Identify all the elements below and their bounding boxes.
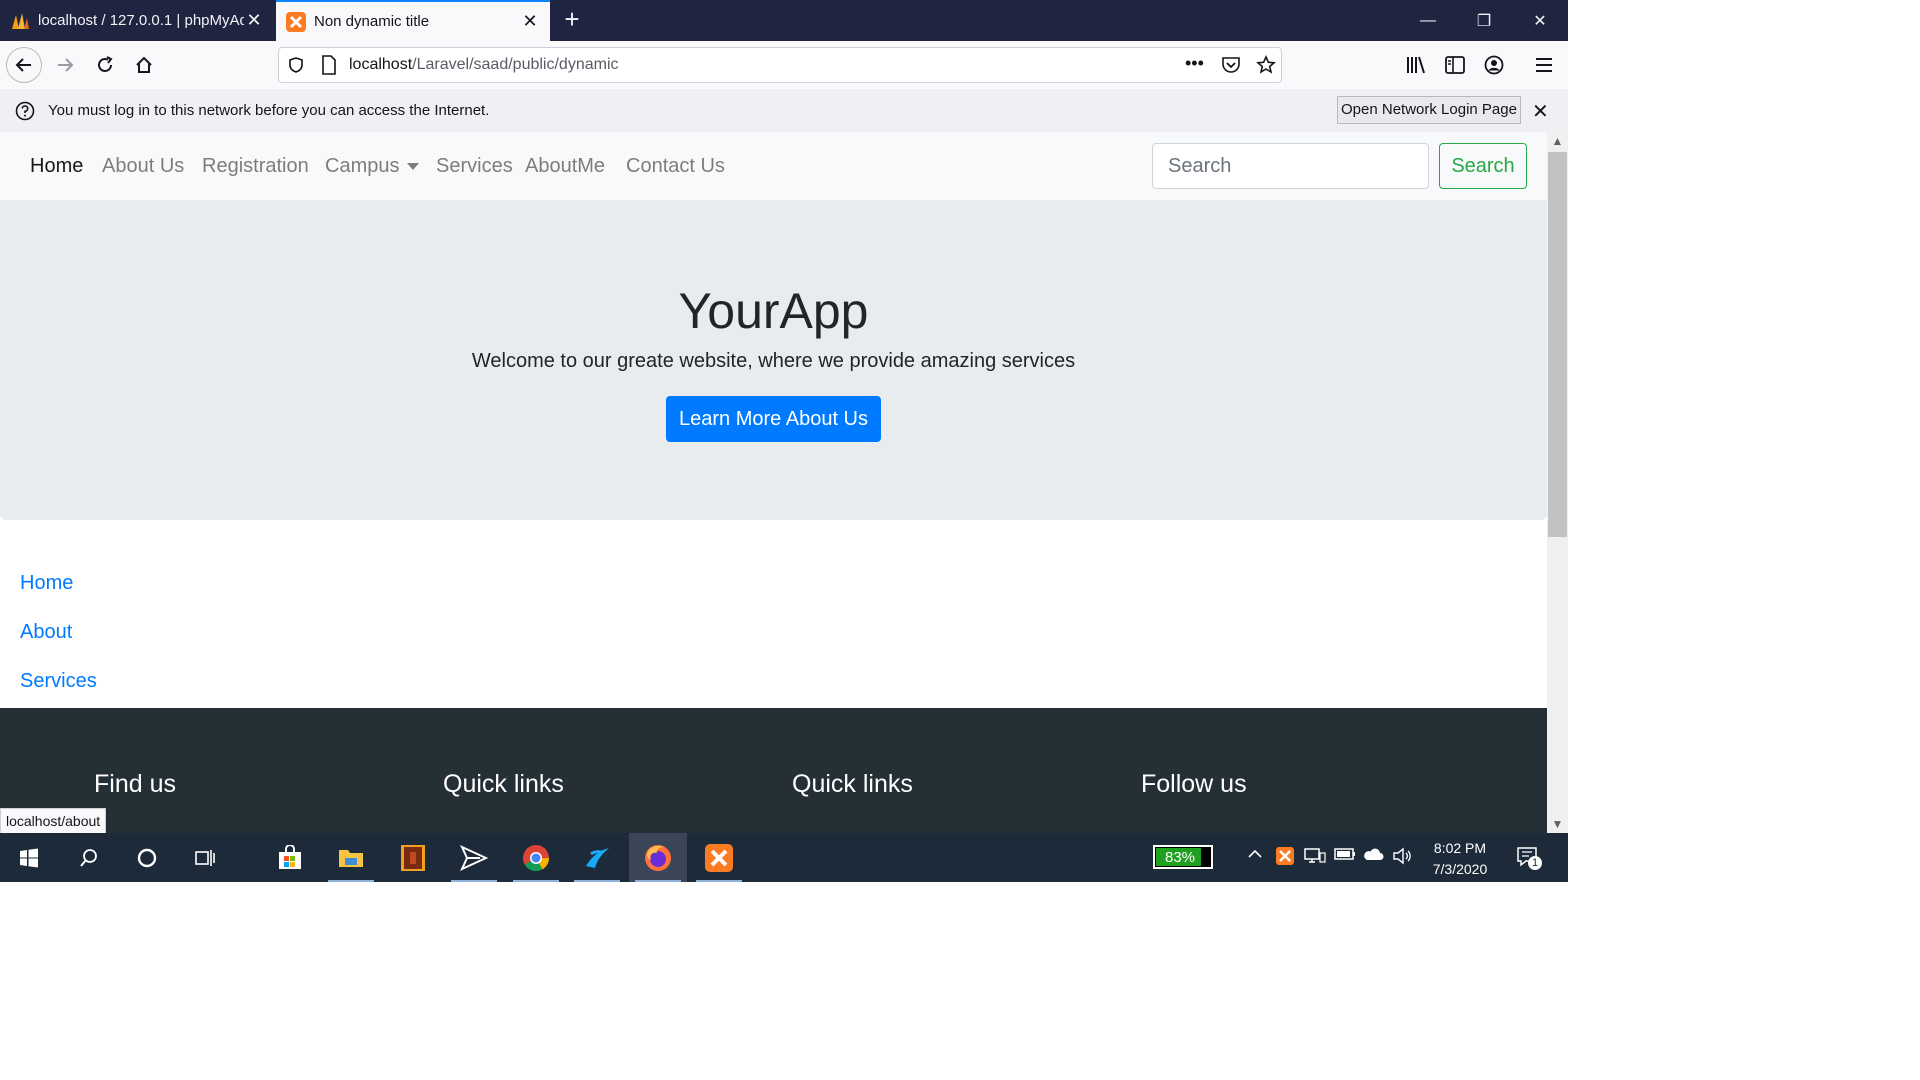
search-icon[interactable] (60, 833, 118, 882)
search-button[interactable]: Search (1439, 143, 1527, 189)
sidebar-icon[interactable] (1437, 47, 1473, 83)
nav-contact-us[interactable]: Contact Us (626, 155, 725, 178)
volume-icon[interactable] (1392, 847, 1412, 870)
bookmark-star-icon[interactable] (1256, 55, 1276, 80)
page-viewport: Home About Us Registration Campus Servic… (0, 132, 1547, 833)
back-icon[interactable] (6, 47, 42, 83)
chrome-icon[interactable] (507, 833, 565, 882)
page-scrollbar[interactable]: ▲ ▼ (1547, 132, 1568, 833)
shield-icon[interactable] (287, 56, 305, 79)
close-tab-icon[interactable]: ✕ (520, 11, 540, 32)
open-network-login-button[interactable]: Open Network Login Page (1337, 96, 1521, 124)
microsoft-store-icon[interactable] (261, 833, 319, 882)
footer-heading-find-us: Find us (94, 770, 176, 798)
site-footer: Find us Quick links Quick links Follow u… (0, 708, 1547, 833)
show-hidden-icons-chevron[interactable] (1247, 847, 1263, 866)
firefox-icon[interactable] (629, 833, 687, 882)
hero-jumbotron: YourApp Welcome to our greate website, w… (0, 200, 1547, 520)
battery-tray-icon[interactable] (1334, 847, 1356, 866)
send-arrow-icon[interactable] (445, 833, 503, 882)
footer-heading-follow-us: Follow us (1141, 770, 1247, 798)
battery-percent: 83% (1164, 849, 1196, 866)
app-book-icon[interactable] (384, 833, 442, 882)
close-tab-icon[interactable]: ✕ (244, 10, 264, 31)
url-text: localhost/Laravel/saad/public/dynamic (349, 56, 619, 73)
library-icon[interactable] (1398, 47, 1434, 83)
home-icon[interactable] (126, 47, 162, 83)
close-notification-icon[interactable]: ✕ (1532, 99, 1549, 124)
system-clock[interactable]: 8:02 PM 7/3/2020 (1418, 838, 1502, 880)
start-windows-icon[interactable] (0, 833, 58, 882)
notification-count-badge: 1 (1528, 856, 1542, 870)
windows-taskbar: 83% 8:02 PM 7/3/2020 1 (0, 833, 1568, 882)
running-indicator (513, 880, 559, 882)
running-indicator (635, 880, 681, 882)
clock-time: 8:02 PM (1433, 840, 1487, 856)
battery-indicator[interactable]: 83% (1153, 845, 1213, 869)
file-explorer-icon[interactable] (322, 833, 380, 882)
cortana-icon[interactable] (118, 833, 176, 882)
nav-services[interactable]: Services (436, 155, 513, 178)
footer-heading-quick-links: Quick links (443, 770, 564, 798)
site-navbar: Home About Us Registration Campus Servic… (0, 132, 1547, 200)
restore-icon[interactable]: ❐ (1458, 0, 1510, 41)
status-link-preview: localhost/about (0, 808, 107, 834)
telenor-app-icon[interactable] (568, 833, 626, 882)
footer-heading-quick-links-2: Quick links (792, 770, 913, 798)
hero-title: YourApp (678, 283, 869, 339)
hero-subtitle: Welcome to our greate website, where we … (471, 350, 1076, 372)
caret-down-icon (407, 163, 420, 171)
nav-about-us[interactable]: About Us (102, 155, 184, 178)
reload-icon[interactable] (87, 47, 123, 83)
nav-aboutme[interactable]: AboutMe (525, 155, 605, 178)
xampp-icon (286, 11, 306, 32)
search-input[interactable] (1152, 143, 1429, 189)
menu-icon[interactable] (1526, 47, 1562, 83)
onedrive-icon[interactable] (1362, 847, 1384, 866)
side-links: Home About Services (20, 572, 97, 719)
xampp-taskbar-icon[interactable] (690, 833, 748, 882)
forward-icon[interactable] (47, 47, 83, 83)
task-view-icon[interactable] (176, 833, 234, 882)
running-indicator (451, 880, 497, 882)
scroll-up-icon[interactable]: ▲ (1547, 132, 1568, 150)
address-bar[interactable]: localhost/Laravel/saad/public/dynamic ••… (278, 47, 1282, 83)
captive-portal-notification: You must log in to this network before y… (0, 89, 1568, 133)
nav-home[interactable]: Home (30, 155, 83, 178)
page-actions-icon[interactable]: ••• (1185, 53, 1204, 74)
browser-tab-bar: localhost / 127.0.0.1 | phpMyAdmin ✕ Non… (0, 0, 1568, 41)
pocket-icon[interactable] (1221, 56, 1241, 79)
new-tab-button[interactable]: + (558, 6, 586, 34)
running-indicator (574, 880, 620, 882)
network-icon[interactable] (1304, 847, 1326, 870)
navigation-toolbar: localhost/Laravel/saad/public/dynamic ••… (0, 41, 1568, 90)
running-indicator (328, 880, 374, 882)
tab-non-dynamic-title[interactable]: Non dynamic title ✕ (276, 0, 550, 41)
running-indicator (696, 880, 742, 882)
learn-more-button[interactable]: Learn More About Us (666, 396, 881, 442)
tab-title: Non dynamic title (314, 13, 430, 30)
notification-message: You must log in to this network before y… (48, 102, 490, 119)
action-center-icon[interactable]: 1 (1516, 846, 1542, 873)
tab-phpmyadmin[interactable]: localhost / 127.0.0.1 | phpMyAdmin ✕ (0, 0, 274, 41)
phpmyadmin-icon (10, 11, 30, 31)
nav-registration[interactable]: Registration (202, 155, 309, 178)
page-info-icon[interactable] (321, 55, 337, 80)
scroll-down-icon[interactable]: ▼ (1547, 815, 1568, 833)
tab-title: localhost / 127.0.0.1 | phpMyAdmin (38, 12, 244, 29)
scrollbar-thumb[interactable] (1548, 152, 1567, 537)
nav-campus-label: Campus (325, 155, 400, 177)
account-icon[interactable] (1476, 47, 1512, 83)
clock-date: 7/3/2020 (1432, 861, 1488, 877)
question-icon (15, 101, 35, 126)
link-about[interactable]: About (20, 621, 97, 670)
close-window-icon[interactable]: ✕ (1514, 0, 1566, 41)
xampp-tray-icon[interactable] (1276, 847, 1294, 870)
nav-campus-dropdown[interactable]: Campus (325, 155, 420, 178)
link-home[interactable]: Home (20, 572, 97, 621)
minimize-icon[interactable]: — (1402, 0, 1454, 41)
